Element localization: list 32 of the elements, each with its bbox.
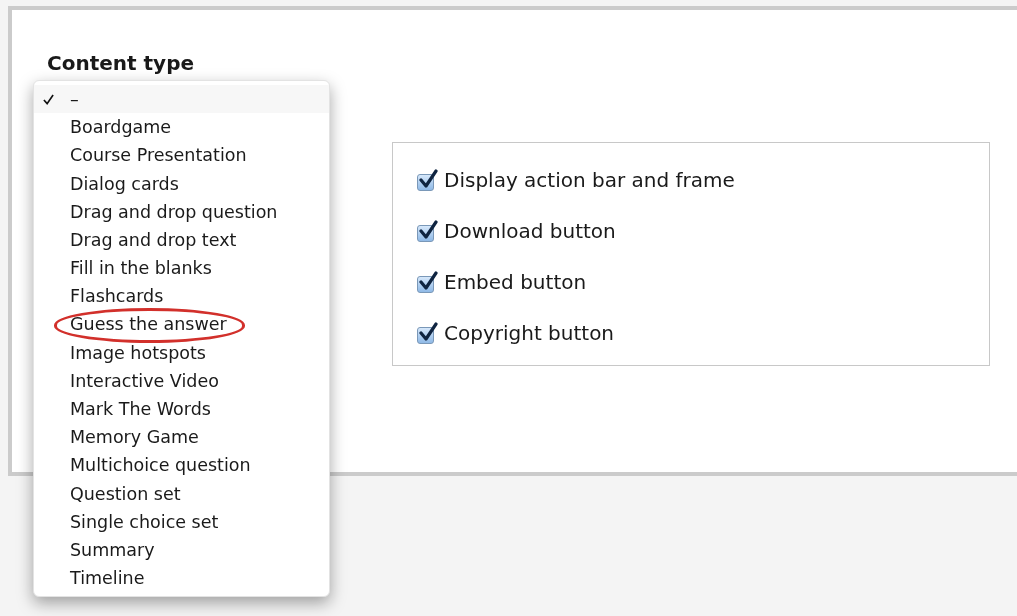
menu-item[interactable]: Interactive Video <box>34 366 329 396</box>
menu-item[interactable]: Multichoice question <box>34 451 329 480</box>
menu-item[interactable]: Single choice set <box>34 507 329 536</box>
menu-item[interactable]: Course Presentation <box>34 141 329 170</box>
menu-item[interactable]: Flashcards <box>34 282 329 311</box>
menu-item[interactable]: Drag and drop text <box>34 225 329 255</box>
checkbox[interactable] <box>417 168 438 191</box>
check-icon <box>418 220 438 240</box>
menu-item[interactable]: Mark The Words <box>34 395 329 424</box>
menu-item[interactable]: Guess the answer <box>34 310 329 339</box>
menu-item[interactable]: Fill in the blanks <box>34 254 329 283</box>
menu-item[interactable]: Boardgame <box>34 113 329 142</box>
menu-item[interactable]: Question set <box>34 479 329 508</box>
menu-item[interactable]: Memory Game <box>34 423 329 452</box>
checkbox-label: Embed button <box>444 268 587 296</box>
check-icon <box>418 271 438 291</box>
menu-item[interactable]: Image hotspots <box>34 338 329 367</box>
checkbox[interactable] <box>417 321 438 344</box>
menu-item[interactable]: Timeline <box>34 564 329 593</box>
check-icon <box>43 94 54 105</box>
menu-item[interactable]: Dialog cards <box>34 169 329 198</box>
menu-item[interactable]: – <box>34 85 329 114</box>
checkbox-label: Display action bar and frame <box>444 166 735 194</box>
check-icon <box>418 169 438 189</box>
checkbox[interactable] <box>417 270 438 293</box>
checkbox-label: Download button <box>444 217 616 245</box>
field-label: Content type <box>47 51 195 75</box>
checkbox[interactable] <box>417 219 438 242</box>
menu-item[interactable]: Summary <box>34 536 329 565</box>
menu-item[interactable]: Drag and drop question <box>34 197 329 226</box>
checkbox-label: Copyright button <box>444 319 615 347</box>
check-icon <box>418 322 438 342</box>
